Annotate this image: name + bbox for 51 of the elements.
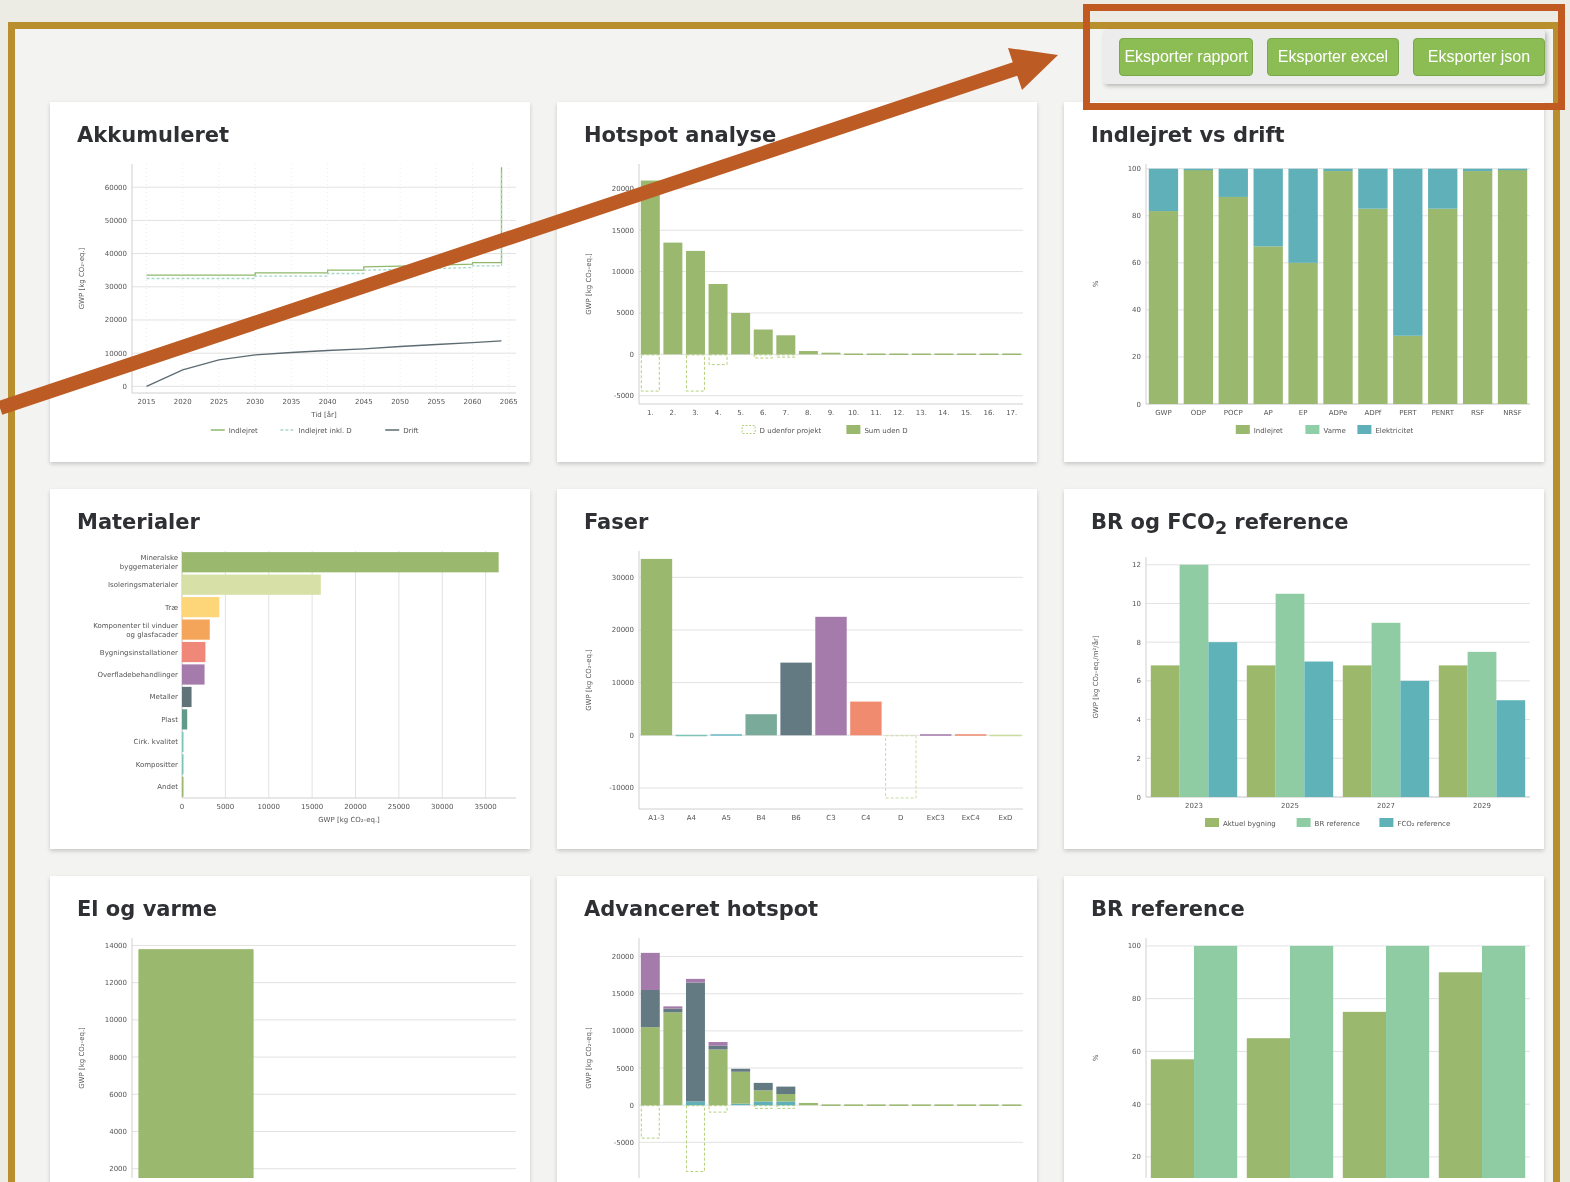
card-title: Akkumuleret xyxy=(77,122,231,148)
card-title: BR og FCO$_{2}$ reference xyxy=(1091,509,1350,541)
bar xyxy=(640,952,660,990)
legend-swatch xyxy=(1205,818,1219,828)
export-button[interactable]: Eksporter rapport xyxy=(1119,38,1253,76)
export-button[interactable]: Eksporter excel xyxy=(1267,38,1399,76)
bar xyxy=(731,312,751,355)
legend-swatch xyxy=(846,425,861,434)
card-title: Materialer xyxy=(77,509,201,535)
bar xyxy=(182,619,210,640)
negative-bar xyxy=(708,1105,728,1113)
bar xyxy=(753,329,773,355)
card-title: Indlejret vs drift xyxy=(1091,122,1286,148)
bar xyxy=(989,734,1022,737)
bar xyxy=(850,701,882,736)
legend-line xyxy=(279,429,296,431)
bar xyxy=(776,335,796,355)
card-title: BR reference xyxy=(1091,896,1246,922)
bar xyxy=(708,284,728,355)
negative-bar xyxy=(640,1105,660,1139)
bar xyxy=(182,597,220,618)
bar xyxy=(798,351,818,355)
legend-swatch xyxy=(1379,818,1394,828)
bar xyxy=(798,1102,818,1106)
legend-swatch xyxy=(1296,818,1311,828)
legend-swatch xyxy=(1357,425,1372,434)
bar xyxy=(753,1082,773,1091)
negative-bar xyxy=(686,1105,705,1173)
negative-bar xyxy=(753,354,773,359)
bar xyxy=(745,714,777,736)
bar xyxy=(675,734,708,737)
legend-swatch xyxy=(1235,425,1250,434)
card-title: Advanceret hotspot xyxy=(584,896,820,922)
negative-bar xyxy=(753,1105,773,1109)
legend-line xyxy=(210,429,226,431)
card-title: El og varme xyxy=(77,896,218,922)
bar xyxy=(821,352,841,355)
bar xyxy=(776,1086,796,1095)
card-title: Hotspot analyse xyxy=(584,122,778,148)
negative-bar xyxy=(776,354,796,358)
legend-line xyxy=(384,429,400,431)
negative-bar xyxy=(708,354,728,366)
export-button[interactable]: Eksporter json xyxy=(1413,38,1545,76)
legend-swatch xyxy=(741,425,756,434)
negative-bar xyxy=(776,1105,796,1109)
negative-bar xyxy=(640,354,660,392)
legend-swatch xyxy=(1305,425,1320,434)
card-title: Faser xyxy=(584,509,650,535)
negative-bar xyxy=(686,354,705,392)
bar xyxy=(182,641,206,663)
negative-bar xyxy=(885,735,917,799)
